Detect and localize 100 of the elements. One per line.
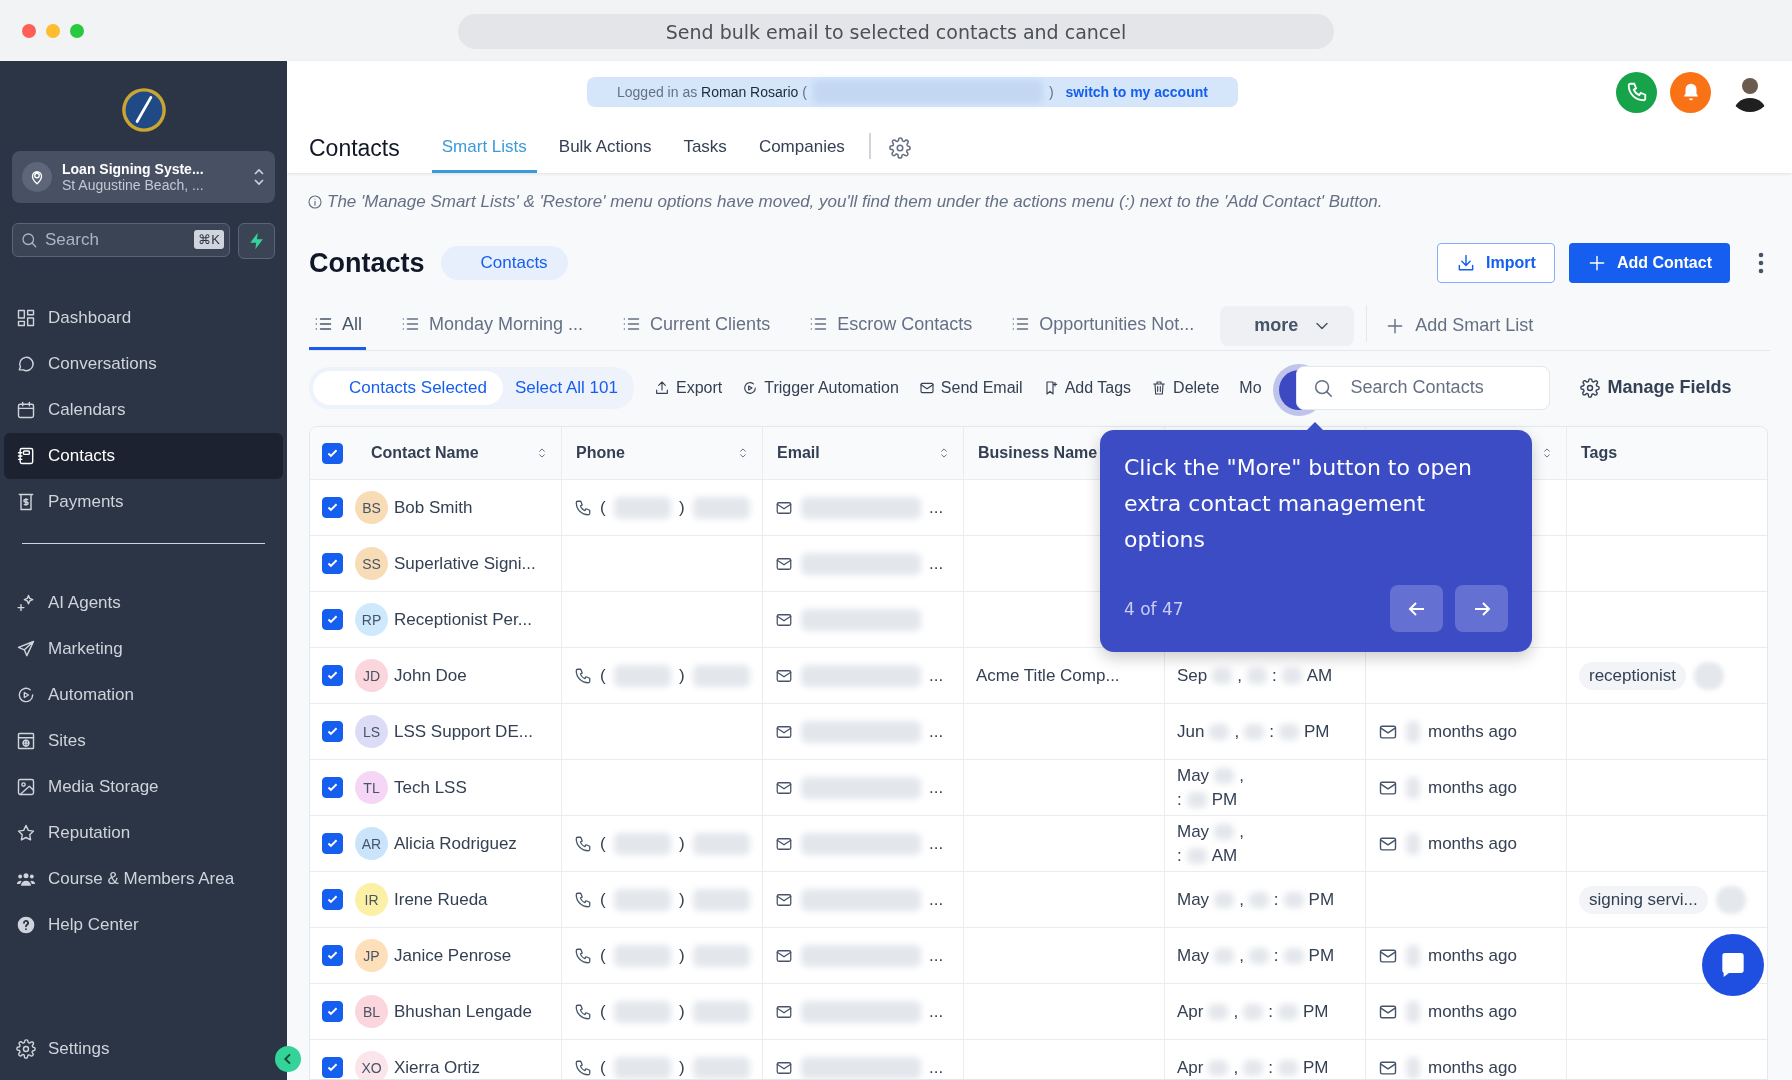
nav-item[interactable]: Calendars	[4, 387, 283, 433]
cell-text: )	[679, 1057, 685, 1078]
row-checkbox[interactable]	[322, 1057, 343, 1078]
nav-tab[interactable]: Bulk Actions	[548, 123, 662, 174]
contacts-chip[interactable]: Contacts	[440, 246, 568, 280]
nav-item[interactable]: Contacts	[4, 433, 283, 479]
trash-icon	[1151, 379, 1168, 396]
phone-icon	[574, 498, 592, 517]
bulk-action-button[interactable]: Trigger Automation	[742, 378, 899, 397]
row-checkbox[interactable]	[322, 721, 343, 742]
nav-tab[interactable]: Companies	[748, 123, 855, 174]
cell-text: (	[600, 1001, 606, 1022]
cell-text: May	[1177, 889, 1210, 910]
row-checkbox[interactable]	[322, 553, 343, 574]
contact-name-link[interactable]: Alicia Rodriguez	[394, 833, 517, 854]
redacted-blur	[692, 832, 750, 855]
nav-item[interactable]: Conversations	[4, 341, 283, 387]
selected-count-button[interactable]: Contacts Selected	[313, 370, 503, 405]
manage-fields-button[interactable]: Manage Fields	[1573, 376, 1738, 400]
switch-account-link[interactable]: switch to my account	[1065, 84, 1208, 100]
contact-name-link[interactable]: LSS Support DE...	[394, 721, 533, 742]
row-checkbox[interactable]	[322, 833, 343, 854]
contact-name-link[interactable]: Irene Rueda	[394, 889, 488, 910]
nav-tab[interactable]: Tasks	[673, 123, 737, 174]
nav-item[interactable]: Marketing	[4, 626, 283, 672]
row-checkbox[interactable]	[322, 945, 343, 966]
cell-text: )	[679, 1001, 685, 1022]
nav-item[interactable]: Dashboard	[4, 295, 283, 341]
check-icon	[326, 669, 339, 682]
initials-avatar: BL	[355, 995, 388, 1028]
row-checkbox[interactable]	[322, 777, 343, 798]
tag-chip: receptionist	[1579, 661, 1686, 690]
address-bar[interactable]: Send bulk email to selected contacts and cancel	[458, 14, 1334, 49]
smart-list-tab[interactable]: All	[309, 301, 366, 351]
row-checkbox[interactable]	[322, 1001, 343, 1022]
account-switcher[interactable]: Loan Signing Syste... St Augustine Beach, ...	[12, 151, 275, 203]
cell-text: ,	[1239, 821, 1244, 842]
cell-text: Apr	[1177, 1001, 1204, 1022]
nav-item[interactable]: Media Storage	[4, 764, 283, 810]
previous-button[interactable]	[1390, 585, 1443, 632]
nav-item[interactable]: Settings	[4, 1026, 261, 1072]
initials-avatar: RP	[355, 603, 388, 636]
cell-text: ,	[1239, 945, 1244, 966]
row-checkbox[interactable]	[322, 497, 343, 518]
contact-name-link[interactable]: John Doe	[394, 665, 467, 686]
row-checkbox[interactable]	[322, 889, 343, 910]
quick-action-button[interactable]	[238, 223, 275, 259]
cell-text: ...	[929, 777, 944, 798]
contact-name-link[interactable]: Superlative Signi...	[394, 553, 536, 574]
contact-name-link[interactable]: Receptionist Per...	[394, 609, 532, 630]
nav-item[interactable]: Reputation	[4, 810, 283, 856]
select-all-link[interactable]: Select All 101	[506, 377, 630, 398]
nav-item[interactable]: Help Center	[4, 902, 283, 948]
contact-name-link[interactable]: Bob Smith	[394, 497, 473, 518]
search-icon	[20, 231, 38, 249]
calendar-icon	[16, 400, 36, 420]
check-icon	[326, 781, 339, 794]
search-contacts-field[interactable]: Search Contacts	[1295, 365, 1550, 410]
select-all-checkbox[interactable]	[322, 442, 343, 464]
banner-text: )	[1048, 84, 1054, 100]
close-window-button[interactable]	[22, 23, 36, 38]
cell-text: ...	[929, 665, 944, 686]
nav-item[interactable]: AI Agents	[4, 580, 283, 626]
collapse-sidebar-button[interactable]	[275, 1046, 301, 1072]
bulk-action-button[interactable]: Add Tags	[1042, 378, 1132, 397]
cell-text: ...	[929, 945, 944, 966]
phone-button[interactable]	[1616, 71, 1657, 113]
smart-list-tab[interactable]: Escrow Contacts	[804, 301, 977, 351]
smart-list-tab[interactable]: Opportunities Not...	[1006, 301, 1199, 351]
phone-icon	[574, 1002, 592, 1021]
smart-lists-dropdown[interactable]: more	[1220, 305, 1355, 346]
check-icon	[326, 613, 339, 626]
cell-text: Jun	[1177, 721, 1205, 742]
cell-text: PM	[1211, 789, 1238, 810]
contact-name-link[interactable]: Xierra Ortiz	[394, 1057, 480, 1078]
row-checkbox[interactable]	[322, 609, 343, 630]
nav-item[interactable]: Payments	[4, 479, 283, 525]
add-smart-list-button[interactable]: Add Smart List	[1379, 301, 1540, 351]
nav-item[interactable]: Sites	[4, 718, 283, 764]
contact-name-link[interactable]: Tech LSS	[394, 777, 467, 798]
bulk-action-button[interactable]: Send Email	[918, 378, 1023, 397]
bulk-action-button[interactable]: Delete	[1151, 378, 1220, 397]
notifications-button[interactable]	[1670, 71, 1711, 113]
contact-name-link[interactable]: Janice Penrose	[394, 945, 512, 966]
image-icon	[16, 777, 36, 797]
row-checkbox[interactable]	[322, 665, 343, 686]
bulk-actions-dropdown[interactable]: Mo	[1239, 378, 1262, 397]
nav-item[interactable]: Course & Members Area	[4, 856, 283, 902]
redacted-blur	[1277, 1003, 1298, 1020]
contact-name-link[interactable]: Bhushan Lengade	[394, 1001, 533, 1022]
next-button[interactable]	[1455, 585, 1508, 632]
smart-list-tab[interactable]: Monday Morning ...	[396, 301, 588, 351]
redacted-blur	[1277, 1059, 1298, 1076]
nav-item[interactable]: Automation	[4, 672, 283, 718]
add-contact-button[interactable]: Add Contact	[1568, 243, 1730, 283]
import-button[interactable]: Import	[1437, 243, 1555, 283]
bulk-action-button[interactable]: Export	[654, 378, 723, 397]
smart-list-tab[interactable]: Current Clients	[617, 301, 775, 351]
column-title: Email	[776, 444, 821, 462]
redacted-blur	[1248, 891, 1269, 908]
